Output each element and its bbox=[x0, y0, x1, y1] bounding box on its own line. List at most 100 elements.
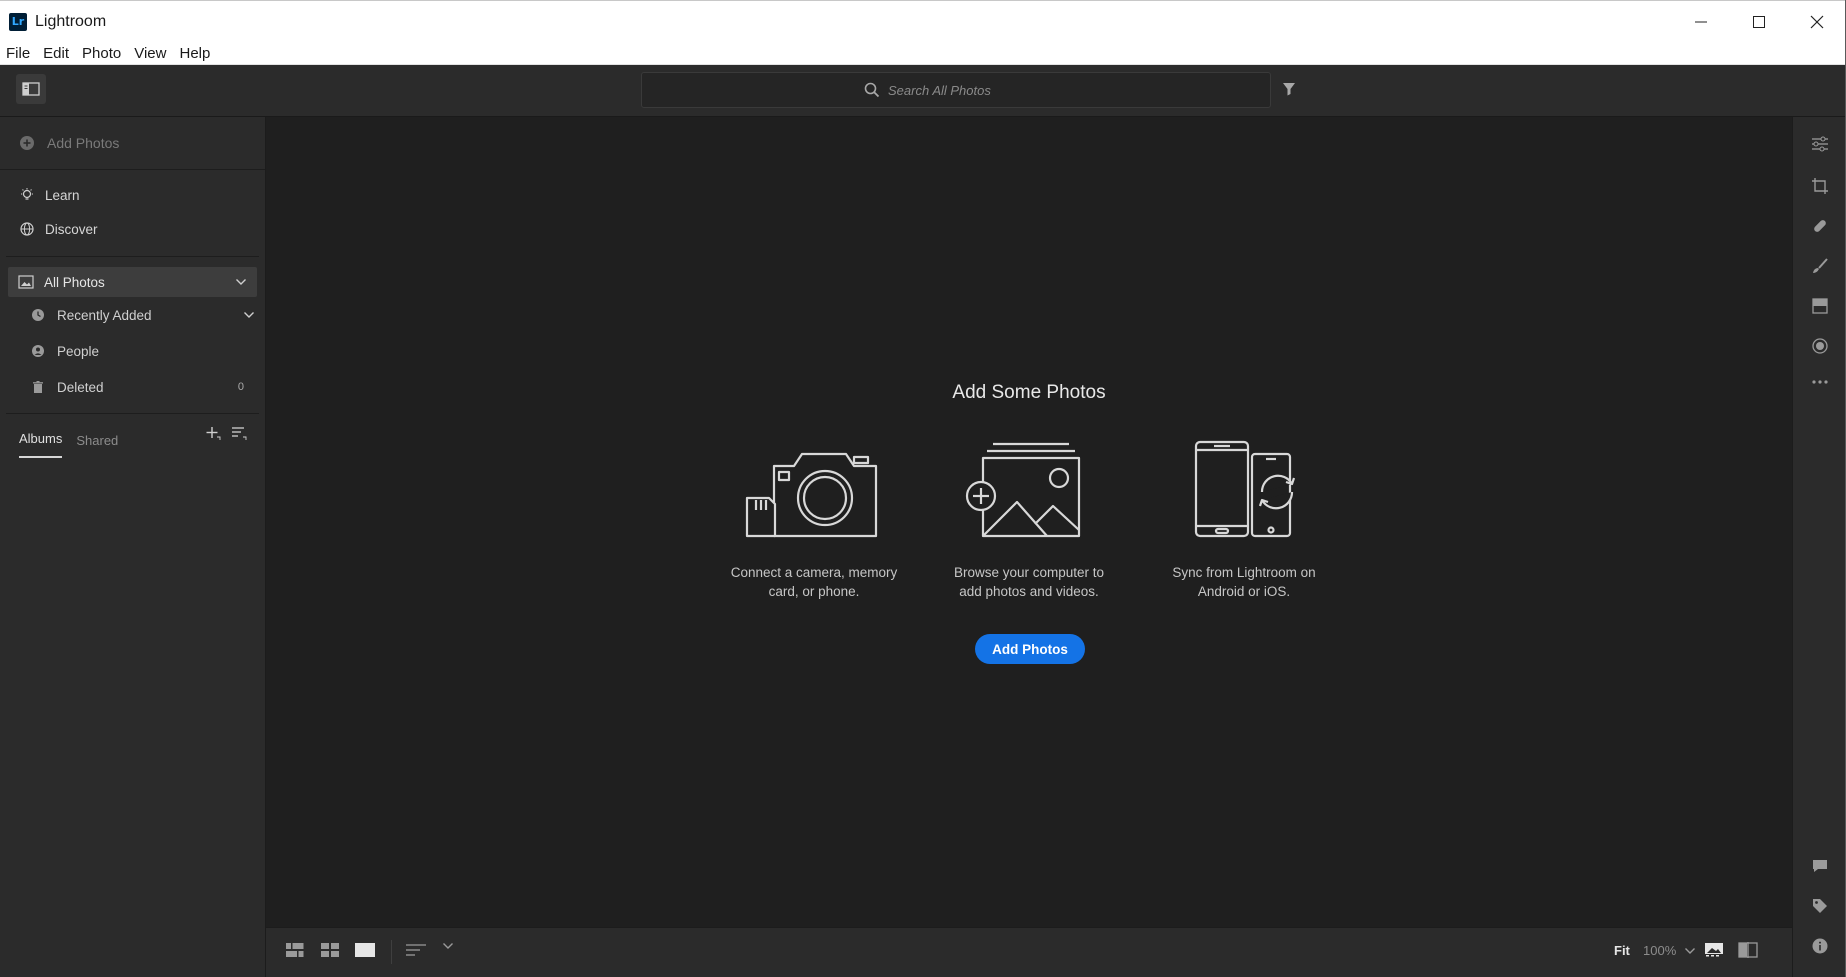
linear-gradient-button[interactable] bbox=[1809, 295, 1831, 317]
tab-albums[interactable]: Albums bbox=[19, 431, 63, 458]
info-button[interactable] bbox=[1809, 935, 1831, 957]
close-icon bbox=[1810, 15, 1824, 29]
trash-icon bbox=[31, 380, 47, 394]
sliders-icon bbox=[1812, 136, 1828, 152]
right-tool-strip bbox=[1792, 117, 1846, 977]
menu-photo[interactable]: Photo bbox=[82, 45, 121, 62]
edit-sliders-button[interactable] bbox=[1809, 133, 1831, 155]
sidebar-item-label: Discover bbox=[45, 221, 98, 237]
sidebar-item-learn[interactable]: Learn bbox=[0, 178, 265, 212]
clock-icon bbox=[31, 308, 47, 322]
maximize-button[interactable] bbox=[1730, 1, 1788, 43]
albums-actions bbox=[205, 425, 247, 446]
sort-albums-button[interactable] bbox=[231, 425, 247, 446]
lightroom-logo-icon: Lr bbox=[9, 12, 27, 31]
menu-edit[interactable]: Edit bbox=[43, 45, 69, 62]
sidebar-item-recently-added[interactable]: Recently Added bbox=[0, 297, 265, 333]
empty-state-title: Add Some Photos bbox=[952, 382, 1106, 403]
healing-button[interactable] bbox=[1809, 215, 1831, 237]
chevron-down-icon bbox=[1685, 947, 1696, 954]
caption-line: Connect a camera, memory bbox=[730, 565, 898, 580]
panel-toggle-button[interactable] bbox=[16, 74, 46, 104]
caption-line: card, or phone. bbox=[768, 584, 860, 599]
brush-button[interactable] bbox=[1809, 255, 1831, 277]
main-canvas: Add Some Photos Connect a camera, memory bbox=[266, 117, 1792, 927]
gradient-icon bbox=[1812, 298, 1828, 314]
divider bbox=[391, 940, 392, 964]
filter-icon bbox=[1283, 83, 1295, 96]
radial-gradient-button[interactable] bbox=[1809, 335, 1831, 357]
zoom-label: 100% bbox=[1643, 943, 1677, 958]
top-toolbar bbox=[0, 65, 1846, 117]
bottom-bar: Fit 100% bbox=[266, 927, 1792, 977]
fit-button[interactable]: Fit bbox=[1614, 943, 1630, 958]
photos-icon bbox=[18, 275, 34, 289]
caption-line: add photos and videos. bbox=[959, 584, 1099, 599]
radial-icon bbox=[1812, 338, 1828, 354]
sidebar-item-people[interactable]: People bbox=[0, 333, 265, 369]
sidebar-item-deleted[interactable]: Deleted 0 bbox=[0, 369, 265, 405]
menu-file[interactable]: File bbox=[6, 45, 30, 62]
chevron-down-icon[interactable] bbox=[243, 311, 255, 319]
tab-shared[interactable]: Shared bbox=[76, 433, 118, 458]
globe-icon bbox=[19, 221, 35, 237]
caption-line: Sync from Lightroom on bbox=[1172, 565, 1316, 580]
square-grid-view-button[interactable] bbox=[286, 942, 304, 958]
maximize-icon bbox=[1753, 16, 1765, 28]
close-button[interactable] bbox=[1788, 1, 1846, 43]
minimize-button[interactable] bbox=[1672, 1, 1730, 43]
sort-dropdown-button[interactable] bbox=[442, 942, 454, 950]
detail-view-button[interactable] bbox=[355, 942, 375, 958]
bandage-icon bbox=[1814, 220, 1826, 232]
menu-help[interactable]: Help bbox=[179, 45, 210, 62]
zoom-dropdown[interactable]: 100% bbox=[1643, 943, 1696, 958]
menu-bar: File Edit Photo View Help bbox=[0, 42, 1846, 65]
sidebar-item-all-photos[interactable]: All Photos bbox=[8, 267, 257, 297]
option-caption: Browse your computer to add photos and v… bbox=[929, 563, 1129, 601]
more-tools-button[interactable] bbox=[1809, 371, 1831, 393]
search-box[interactable] bbox=[641, 72, 1271, 108]
compare-view-button[interactable] bbox=[1738, 942, 1758, 958]
filter-button[interactable] bbox=[1281, 81, 1297, 102]
grid-icon bbox=[321, 943, 339, 957]
menu-view[interactable]: View bbox=[134, 45, 166, 62]
divider bbox=[6, 256, 259, 257]
tag-icon bbox=[1813, 899, 1827, 913]
window-title: Lightroom bbox=[35, 12, 107, 30]
before-after-icon bbox=[1738, 942, 1758, 958]
left-sidebar: Add Photos Learn Discover All Photos Rec… bbox=[0, 117, 266, 977]
add-album-button[interactable] bbox=[205, 425, 221, 446]
plus-icon bbox=[206, 427, 221, 440]
search-input[interactable] bbox=[888, 82, 1048, 98]
sidebar-add-photos[interactable]: Add Photos bbox=[0, 117, 265, 170]
person-icon bbox=[31, 344, 47, 358]
option-sync: Sync from Lightroom on Android or iOS. bbox=[1144, 435, 1344, 601]
sidebar-panel-icon bbox=[22, 82, 40, 96]
keywords-button[interactable] bbox=[1809, 895, 1831, 917]
chevron-down-icon[interactable] bbox=[235, 278, 247, 286]
minimize-icon bbox=[1695, 21, 1707, 23]
sidebar-item-label: Learn bbox=[45, 187, 80, 203]
sidebar-item-discover[interactable]: Discover bbox=[0, 212, 265, 246]
sort-button[interactable] bbox=[406, 942, 426, 958]
all-photos-label: All Photos bbox=[44, 274, 105, 290]
caption-line: Android or iOS. bbox=[1197, 584, 1291, 599]
photo-grid-view-button[interactable] bbox=[321, 942, 339, 958]
info-icon bbox=[1812, 938, 1828, 954]
fit-label: Fit bbox=[1614, 943, 1630, 958]
filmstrip-toggle-button[interactable] bbox=[1704, 942, 1724, 958]
option-caption: Connect a camera, memory card, or phone. bbox=[714, 563, 914, 601]
filmstrip-icon bbox=[1705, 943, 1723, 957]
brush-icon bbox=[1813, 258, 1828, 273]
option-caption: Sync from Lightroom on Android or iOS. bbox=[1144, 563, 1344, 601]
crop-rotate-icon bbox=[1812, 178, 1828, 194]
devices-sync-icon bbox=[1144, 435, 1344, 545]
crop-button[interactable] bbox=[1809, 175, 1831, 197]
add-circle-icon bbox=[19, 135, 35, 151]
single-photo-icon bbox=[355, 943, 375, 957]
photo-stack-icon bbox=[929, 435, 1129, 545]
option-browse: Browse your computer to add photos and v… bbox=[929, 435, 1129, 601]
add-photos-button[interactable]: Add Photos bbox=[975, 634, 1085, 664]
title-bar: Lr Lightroom bbox=[0, 0, 1846, 42]
comments-button[interactable] bbox=[1809, 855, 1831, 877]
